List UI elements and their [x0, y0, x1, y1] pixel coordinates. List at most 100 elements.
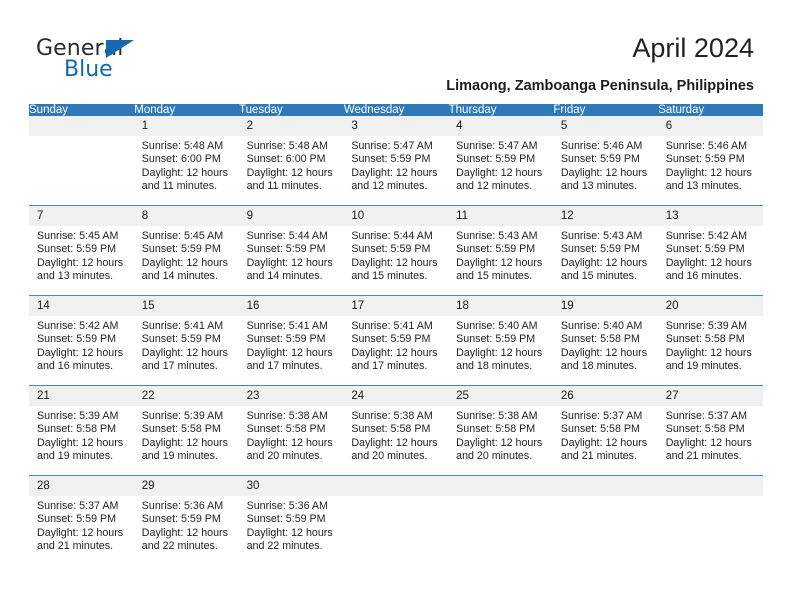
calendar-day-cell[interactable]: 27 Sunrise: 5:37 AM Sunset: 5:58 PM Dayligh…: [657, 385, 763, 476]
page-subtitle-location: Limaong, Zamboanga Peninsula, Philippine…: [446, 78, 754, 94]
daylight-duration-line2: and 14 minutes.: [141, 270, 218, 283]
sunrise-time: Sunrise: 5:37 AM: [560, 410, 643, 422]
calendar-day-cell[interactable]: 24 Sunrise: 5:38 AM Sunset: 5:58 PM Dayligh…: [343, 385, 449, 476]
calendar-day-cell[interactable]: 11 Sunrise: 5:43 AM Sunset: 5:59 PM Dayligh…: [448, 205, 553, 296]
weekday-header-saturday: Saturday: [657, 104, 763, 116]
day-number: 26: [552, 386, 658, 406]
daylight-duration-line2: and 15 minutes.: [351, 270, 428, 283]
sunset-time: Sunset: 5:59 PM: [141, 333, 221, 346]
calendar-day-cell[interactable]: 12 Sunrise: 5:43 AM Sunset: 5:59 PM Dayligh…: [552, 205, 658, 296]
day-number: [657, 476, 763, 496]
daylight-duration-line1: Daylight: 12 hours: [665, 436, 752, 449]
sunset-time: Sunset: 5:59 PM: [560, 243, 640, 256]
daylight-duration-line1: Daylight: 12 hours: [37, 436, 124, 449]
sunrise-time: Sunrise: 5:36 AM: [246, 500, 328, 512]
calendar-day-cell[interactable]: 28 Sunrise: 5:37 AM Sunset: 5:59 PM Dayligh…: [29, 475, 134, 565]
day-number: 29: [133, 476, 239, 496]
calendar-day-cell[interactable]: 23 Sunrise: 5:38 AM Sunset: 5:58 PM Dayligh…: [238, 385, 344, 476]
daylight-duration-line2: and 17 minutes.: [141, 360, 218, 373]
calendar-day-cell[interactable]: 22 Sunrise: 5:39 AM Sunset: 5:58 PM Dayligh…: [133, 385, 239, 476]
calendar-day-cell[interactable]: 7 Sunrise: 5:45 AM Sunset: 5:59 PM Daylight…: [29, 205, 134, 296]
day-detail: Sunrise: 5:43 AM Sunset: 5:59 PM Daylight:…: [448, 226, 553, 284]
calendar-day-cell[interactable]: 3 Sunrise: 5:47 AM Sunset: 5:59 PM Daylight…: [343, 116, 449, 206]
calendar-day-cell[interactable]: 2 Sunrise: 5:48 AM Sunset: 6:00 PM Daylight…: [238, 116, 344, 206]
calendar-day-cell[interactable]: 19 Sunrise: 5:40 AM Sunset: 5:58 PM Dayligh…: [552, 295, 658, 386]
day-detail: Sunrise: 5:41 AM Sunset: 5:59 PM Daylight:…: [343, 316, 448, 374]
day-detail: Sunrise: 5:40 AM Sunset: 5:58 PM Daylight:…: [553, 316, 658, 374]
sunset-time: Sunset: 5:59 PM: [665, 243, 745, 256]
calendar-day-cell[interactable]: 25 Sunrise: 5:38 AM Sunset: 5:58 PM Dayligh…: [448, 385, 553, 476]
sunset-time: Sunset: 5:59 PM: [141, 513, 221, 526]
daylight-duration-line1: Daylight: 12 hours: [456, 166, 543, 179]
daylight-duration-line1: Daylight: 12 hours: [560, 166, 648, 179]
calendar-day-cell[interactable]: 21 Sunrise: 5:39 AM Sunset: 5:58 PM Dayligh…: [29, 385, 134, 476]
day-number: 5: [552, 116, 658, 136]
day-number: 30: [238, 476, 344, 496]
daylight-duration-line1: Daylight: 12 hours: [560, 256, 648, 269]
sunrise-time: Sunrise: 5:41 AM: [351, 320, 433, 332]
sunrise-time: Sunrise: 5:47 AM: [456, 140, 538, 152]
calendar-header-row: Sunday Monday Tuesday Wednesday Thursday Frid…: [29, 104, 763, 116]
calendar-day-cell[interactable]: 13 Sunrise: 5:42 AM Sunset: 5:59 PM Dayligh…: [657, 205, 763, 296]
day-number: 24: [343, 386, 449, 406]
calendar-day-cell[interactable]: 10 Sunrise: 5:44 AM Sunset: 5:59 PM Dayligh…: [343, 205, 449, 296]
calendar-day-cell[interactable]: 30 Sunrise: 5:36 AM Sunset: 5:59 PM Dayligh…: [238, 475, 344, 565]
daylight-duration-line2: and 21 minutes.: [37, 540, 114, 553]
weekday-header-sunday: Sunday: [29, 104, 135, 116]
calendar-day-cell[interactable]: 6 Sunrise: 5:46 AM Sunset: 5:59 PM Daylight…: [657, 116, 763, 206]
day-number: 3: [343, 116, 449, 136]
daylight-duration-line2: and 12 minutes.: [351, 180, 428, 193]
sunset-time: Sunset: 6:00 PM: [141, 153, 221, 166]
sunrise-sunset-calendar: Sunday Monday Tuesday Wednesday Thursday Frid…: [29, 104, 763, 565]
day-detail: Sunrise: 5:45 AM Sunset: 5:59 PM Daylight:…: [29, 226, 134, 284]
daylight-duration-line1: Daylight: 12 hours: [141, 166, 228, 179]
calendar-day-cell[interactable]: 18 Sunrise: 5:40 AM Sunset: 5:59 PM Dayligh…: [448, 295, 553, 386]
daylight-duration-line1: Daylight: 12 hours: [37, 256, 124, 269]
day-number: 13: [657, 206, 763, 226]
daylight-duration-line1: Daylight: 12 hours: [246, 436, 333, 449]
daylight-duration-line2: and 19 minutes.: [37, 450, 114, 463]
day-number: 6: [657, 116, 763, 136]
day-number: 9: [238, 206, 344, 226]
calendar-day-cell[interactable]: 8 Sunrise: 5:45 AM Sunset: 5:59 PM Daylight…: [133, 205, 239, 296]
daylight-duration-line2: and 17 minutes.: [351, 360, 428, 373]
calendar-day-cell[interactable]: 29 Sunrise: 5:36 AM Sunset: 5:59 PM Dayligh…: [133, 475, 239, 565]
sunset-time: Sunset: 5:58 PM: [141, 423, 221, 436]
day-detail: Sunrise: 5:47 AM Sunset: 5:59 PM Daylight:…: [343, 136, 448, 194]
day-detail: Sunrise: 5:42 AM Sunset: 5:59 PM Daylight:…: [658, 226, 763, 284]
sunrise-time: Sunrise: 5:42 AM: [37, 320, 119, 332]
calendar-day-cell[interactable]: 9 Sunrise: 5:44 AM Sunset: 5:59 PM Daylight…: [238, 205, 344, 296]
day-number: [343, 476, 449, 496]
day-detail: Sunrise: 5:39 AM Sunset: 5:58 PM Daylight:…: [29, 406, 134, 464]
calendar-day-cell[interactable]: 1 Sunrise: 5:48 AM Sunset: 6:00 PM Daylight…: [133, 116, 239, 206]
calendar-week-row: 14 Sunrise: 5:42 AM Sunset: 5:59 PM Dayligh…: [29, 295, 763, 386]
calendar-day-cell[interactable]: 16 Sunrise: 5:41 AM Sunset: 5:59 PM Dayligh…: [238, 295, 344, 386]
calendar-day-cell[interactable]: 15 Sunrise: 5:41 AM Sunset: 5:59 PM Dayligh…: [133, 295, 239, 386]
general-blue-logo[interactable]: General Blue: [36, 36, 166, 84]
calendar-day-cell[interactable]: 26 Sunrise: 5:37 AM Sunset: 5:58 PM Dayligh…: [552, 385, 658, 476]
calendar-day-cell-empty: [448, 475, 553, 565]
sunrise-time: Sunrise: 5:37 AM: [665, 410, 748, 422]
sunrise-time: Sunrise: 5:45 AM: [141, 230, 224, 242]
calendar-day-cell[interactable]: 5 Sunrise: 5:46 AM Sunset: 5:59 PM Daylight…: [552, 116, 658, 206]
calendar-day-cell[interactable]: 17 Sunrise: 5:41 AM Sunset: 5:59 PM Dayligh…: [343, 295, 449, 386]
sunset-time: Sunset: 5:58 PM: [37, 423, 117, 436]
day-number: 7: [29, 206, 134, 226]
calendar-day-cell[interactable]: 20 Sunrise: 5:39 AM Sunset: 5:58 PM Dayligh…: [657, 295, 763, 386]
sunset-time: Sunset: 5:59 PM: [456, 333, 536, 346]
day-number: 27: [657, 386, 763, 406]
day-number: 23: [238, 386, 344, 406]
calendar-day-cell[interactable]: 14 Sunrise: 5:42 AM Sunset: 5:59 PM Dayligh…: [29, 295, 134, 386]
daylight-duration-line1: Daylight: 12 hours: [351, 436, 438, 449]
calendar-day-cell[interactable]: 4 Sunrise: 5:47 AM Sunset: 5:59 PM Daylight…: [448, 116, 553, 206]
daylight-duration-line2: and 15 minutes.: [456, 270, 533, 283]
daylight-duration-line2: and 18 minutes.: [456, 360, 533, 373]
calendar-day-cell-empty: [29, 116, 134, 206]
sunset-time: Sunset: 5:59 PM: [456, 153, 536, 166]
sunrise-time: Sunrise: 5:45 AM: [37, 230, 119, 242]
day-number: [29, 116, 134, 136]
daylight-duration-line2: and 21 minutes.: [560, 450, 637, 463]
daylight-duration-line1: Daylight: 12 hours: [37, 346, 124, 359]
sunrise-time: Sunrise: 5:44 AM: [246, 230, 328, 242]
sunrise-time: Sunrise: 5:48 AM: [246, 140, 328, 152]
